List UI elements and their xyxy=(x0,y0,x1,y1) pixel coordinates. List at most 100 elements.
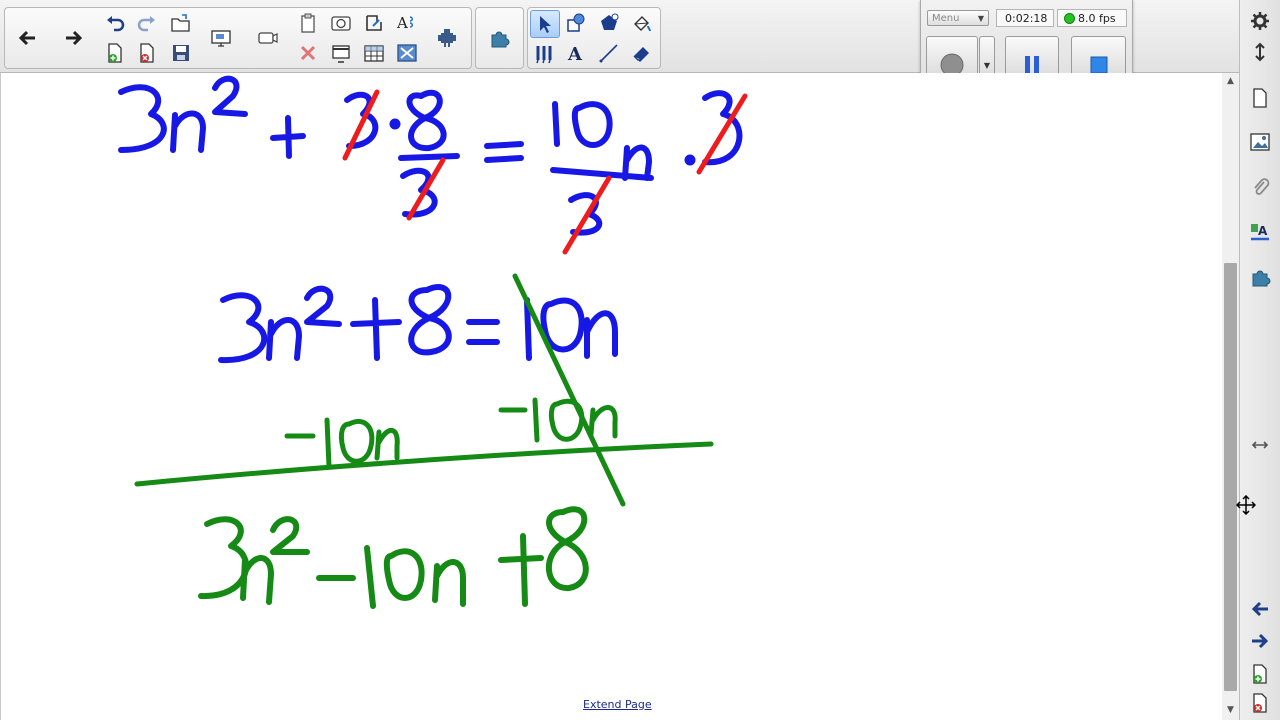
recorder-fps-label: 8.0 fps xyxy=(1078,12,1116,25)
svg-text:A: A xyxy=(1258,224,1268,238)
sidebar-page-sorter-tab[interactable] xyxy=(1245,83,1275,113)
sidebar-gallery-tab[interactable] xyxy=(1245,127,1275,157)
sidebar-properties-tab[interactable]: A xyxy=(1245,217,1275,247)
arrow-right-icon xyxy=(66,30,83,46)
sidebar-settings-button[interactable] xyxy=(1245,6,1275,36)
camera-button[interactable] xyxy=(254,25,282,51)
sidebar-move-button[interactable] xyxy=(1245,37,1275,67)
arrow-left-icon xyxy=(18,30,35,46)
sidebar-resize-handle[interactable] xyxy=(1245,430,1275,460)
sidebar-delete-page-button[interactable] xyxy=(1245,688,1275,718)
paint-bucket-tool-button[interactable] xyxy=(627,10,655,36)
right-sidebar: A xyxy=(1239,0,1280,720)
shapes-tool-button[interactable] xyxy=(562,10,590,36)
sidebar-add-ons-tab[interactable] xyxy=(1245,262,1275,292)
paste-button[interactable] xyxy=(294,10,322,36)
sidebar-previous-page-button[interactable] xyxy=(1245,594,1275,624)
delete-button[interactable] xyxy=(294,40,322,66)
recorder-fps: 8.0 fps xyxy=(1057,9,1127,27)
page-icon xyxy=(1253,88,1267,108)
attachment-icon xyxy=(1254,178,1270,195)
paste-icon xyxy=(301,13,315,33)
move-cursor-icon xyxy=(1236,495,1256,515)
gear-icon xyxy=(1251,12,1269,30)
open-file-button[interactable] xyxy=(167,10,195,36)
robot-icon xyxy=(438,29,456,47)
arrow-left-icon xyxy=(1251,601,1268,617)
shapes-icon xyxy=(567,13,585,32)
extend-page-link[interactable]: Extend Page xyxy=(583,698,652,711)
screen-capture-button[interactable] xyxy=(327,10,355,36)
next-page-button[interactable] xyxy=(60,25,88,51)
table-button[interactable] xyxy=(360,40,388,66)
svg-text:A: A xyxy=(567,44,583,64)
screen-capture-icon xyxy=(331,16,351,31)
recorder-elapsed-time: 0:02:18 xyxy=(996,9,1054,27)
svg-text:A: A xyxy=(396,14,408,32)
toolbar-group-addons xyxy=(475,7,524,69)
ink-subtraction-step xyxy=(134,273,714,507)
add-page-icon xyxy=(1253,664,1267,684)
ink-result-expression xyxy=(198,506,589,609)
handwritten-math xyxy=(118,75,748,609)
cursor-icon xyxy=(540,16,551,33)
hide-icon xyxy=(332,45,350,63)
scroll-thumb[interactable] xyxy=(1224,263,1237,691)
recorder-menu-dropdown[interactable]: Menu ▼ xyxy=(927,10,989,26)
pens-tool-button[interactable] xyxy=(530,40,558,66)
text-icon: A xyxy=(567,44,583,64)
document-camera-button[interactable] xyxy=(393,40,421,66)
undo-icon xyxy=(107,16,125,32)
sidebar-next-page-button[interactable] xyxy=(1245,626,1275,656)
delete-page-icon xyxy=(140,43,154,63)
folder-open-icon xyxy=(171,14,190,32)
gallery-icon xyxy=(1250,133,1270,151)
move-vertical-icon xyxy=(1255,42,1265,62)
delete-x-icon xyxy=(300,45,316,61)
stop-icon xyxy=(1090,56,1107,74)
add-page-icon xyxy=(108,43,122,63)
vertical-scrollbar[interactable]: ▲ ▼ xyxy=(1222,73,1239,720)
properties-icon: A xyxy=(1251,224,1269,241)
text-tool-button[interactable]: A xyxy=(562,40,590,66)
full-screen-icon: A xyxy=(396,14,413,32)
clear-icon xyxy=(366,15,382,31)
chevron-down-icon: ▼ xyxy=(983,60,991,70)
undo-button[interactable] xyxy=(101,10,129,36)
toolbar-group-tools: A xyxy=(527,7,661,69)
full-screen-button[interactable]: A xyxy=(393,10,421,36)
whiteboard-canvas[interactable]: Extend Page xyxy=(0,73,1223,720)
previous-page-button[interactable] xyxy=(13,25,41,51)
document-camera-icon xyxy=(397,44,417,62)
status-dot-icon xyxy=(1064,13,1075,24)
delete-page-button[interactable] xyxy=(133,40,161,66)
select-tool-button[interactable] xyxy=(530,10,560,38)
add-ons-tool-button[interactable] xyxy=(433,25,461,51)
camera-icon xyxy=(258,32,278,44)
fill-tool-button[interactable] xyxy=(595,10,623,36)
puzzle-icon xyxy=(491,31,510,48)
shapes-fill-icon xyxy=(601,13,619,30)
hide-screen-button[interactable] xyxy=(327,40,355,66)
redo-button[interactable] xyxy=(133,10,161,36)
arrow-right-icon xyxy=(1252,633,1269,649)
screen-shade-button[interactable] xyxy=(207,25,235,51)
scroll-up-icon[interactable]: ▲ xyxy=(1222,73,1239,89)
eraser-tool-button[interactable] xyxy=(627,40,655,66)
chevron-down-icon: ▼ xyxy=(977,14,984,23)
save-icon xyxy=(173,45,189,61)
monitor-icon xyxy=(211,30,231,47)
sidebar-add-page-button[interactable] xyxy=(1245,659,1275,689)
scroll-down-icon[interactable]: ▼ xyxy=(1222,702,1239,718)
line-icon xyxy=(599,44,618,63)
sidebar-attachments-tab[interactable] xyxy=(1245,172,1275,202)
save-button[interactable] xyxy=(167,40,195,66)
line-tool-button[interactable] xyxy=(595,40,623,66)
ink-equation-original xyxy=(118,75,743,236)
paint-bucket-icon xyxy=(634,16,651,32)
table-icon xyxy=(364,45,384,62)
clear-button[interactable] xyxy=(360,10,388,36)
add-page-button[interactable] xyxy=(101,40,129,66)
add-ons-button[interactable] xyxy=(485,25,513,51)
ink-equation-simplified xyxy=(218,284,618,364)
